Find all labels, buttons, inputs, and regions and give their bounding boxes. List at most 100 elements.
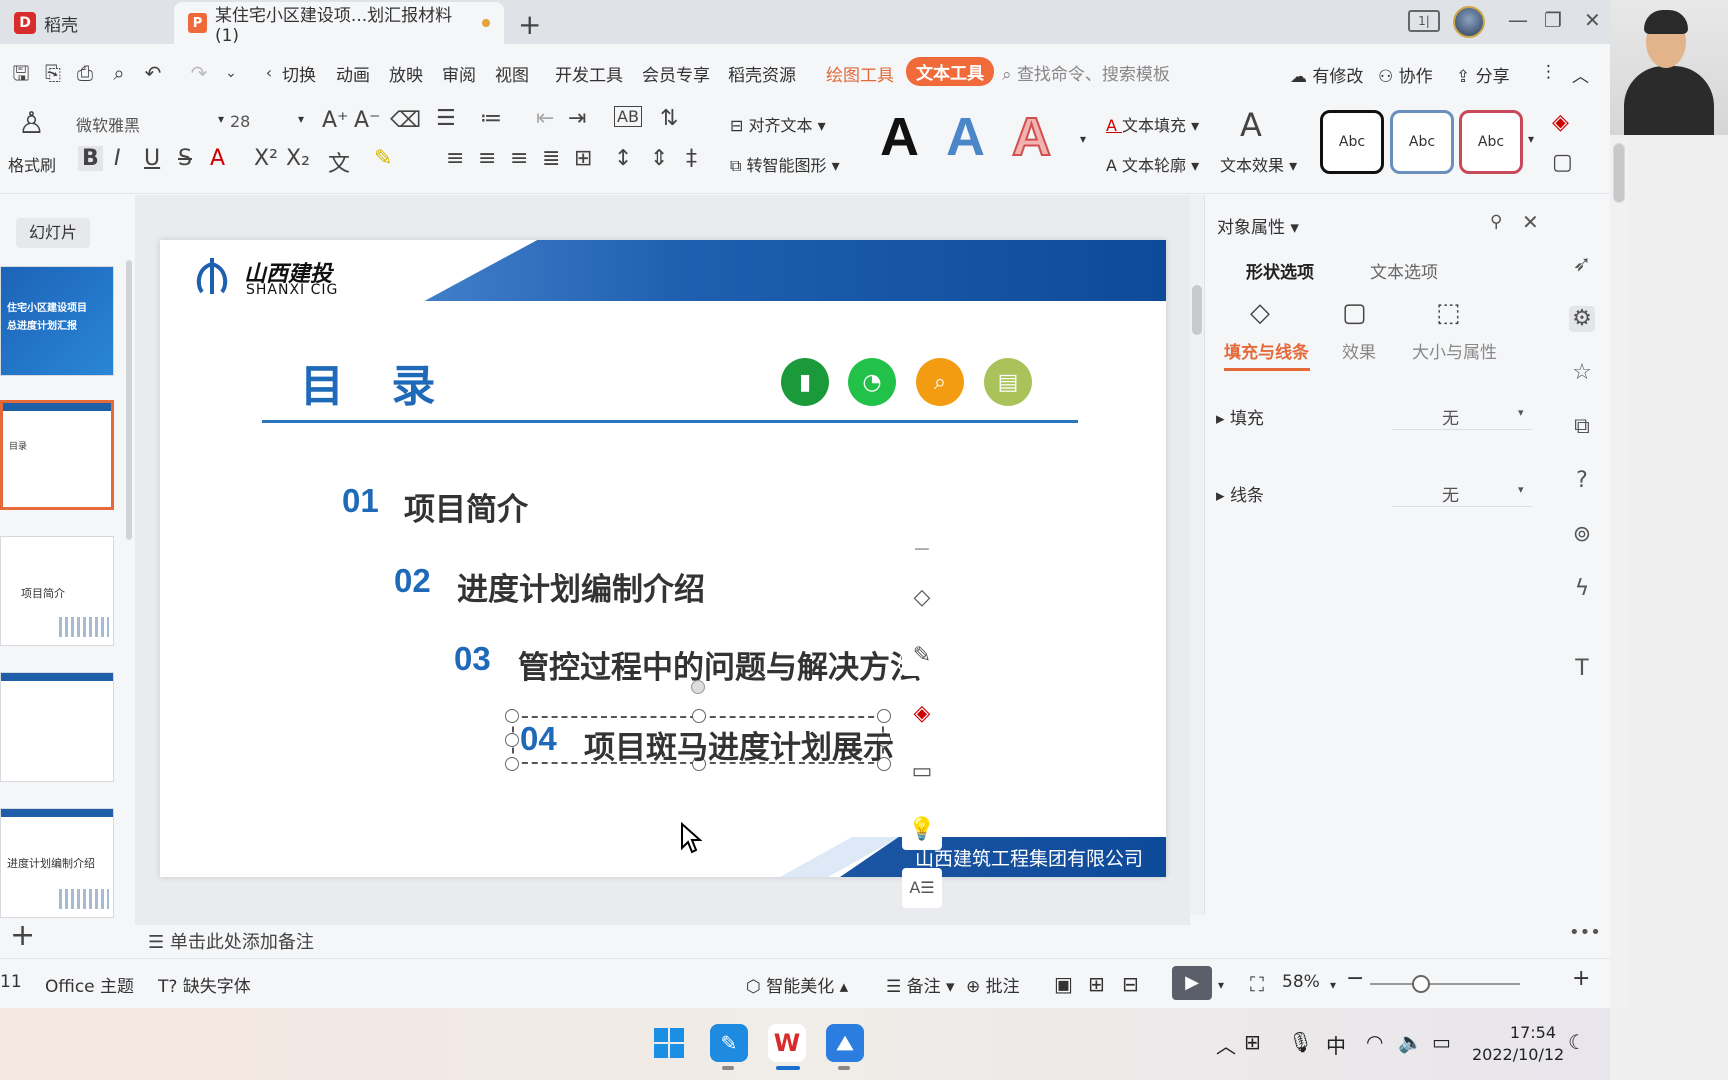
brush-icon[interactable]: ✎ — [902, 636, 942, 676]
menu-item-developer[interactable]: 开发工具 — [555, 61, 623, 86]
slide-thumbnail-3[interactable]: 项目简介 — [0, 536, 114, 646]
slide-thumbnail-4[interactable] — [0, 672, 114, 782]
text-style-more-icon[interactable]: ▾ — [1080, 132, 1086, 146]
grid-view-icon[interactable]: ⊞ — [1088, 972, 1105, 996]
taskbar-app-mindmap-icon[interactable]: ✎ — [710, 1024, 748, 1062]
align-text-button[interactable]: ⊟ 对齐文本 ▾ — [730, 112, 826, 136]
rocket-icon[interactable]: ➶ — [1569, 252, 1595, 278]
resize-handle-tr[interactable] — [877, 709, 891, 723]
tab-text-options[interactable]: 文本选项 — [1370, 258, 1438, 283]
fill-line-icon[interactable]: ◇ — [1250, 298, 1270, 328]
bullet-list-icon[interactable]: ☰ — [436, 106, 456, 131]
paragraph-spacing-icon[interactable]: ⇕ — [650, 146, 668, 171]
play-slideshow-icon[interactable]: ▶ — [1172, 966, 1212, 1000]
zoom-level[interactable]: 58% — [1282, 972, 1320, 992]
menu-item-animation[interactable]: 动画 — [336, 61, 370, 86]
taskbar-app-wps-icon[interactable]: W — [768, 1024, 806, 1062]
subtab-effects[interactable]: 效果 — [1342, 338, 1376, 363]
format-painter-label[interactable]: 格式刷 — [8, 152, 56, 176]
underline-icon[interactable]: U — [144, 146, 160, 171]
format-painter-icon[interactable]: ♙ — [18, 106, 45, 141]
text-effect-button[interactable]: 文本效果 ▾ — [1220, 152, 1297, 176]
increase-indent-icon[interactable]: ⇥ — [568, 106, 586, 131]
redo-icon[interactable]: ↷ — [186, 60, 212, 86]
notes-toggle-button[interactable]: ☰ 备注 ▾ — [886, 972, 955, 997]
resize-handle-t[interactable] — [692, 709, 706, 723]
battery-icon[interactable]: ▭ — [1432, 1030, 1451, 1054]
layers-icon[interactable]: ◇ — [902, 578, 942, 618]
command-search[interactable]: ⌕ 查找命令、搜索模板 — [1002, 60, 1170, 85]
fill-bucket-icon[interactable]: ◈ — [902, 694, 942, 734]
user-avatar[interactable] — [1453, 6, 1485, 38]
search-input[interactable]: 查找命令、搜索模板 — [1017, 65, 1170, 85]
save-icon[interactable]: 🖫 — [8, 60, 34, 86]
outer-scrollbar[interactable] — [1610, 135, 1628, 1008]
text-style-red-outline[interactable]: A — [1011, 106, 1052, 168]
align-center-icon[interactable]: ≡ — [478, 146, 496, 171]
zoom-slider-knob[interactable] — [1412, 975, 1430, 993]
font-name-select[interactable]: 微软雅黑 — [76, 112, 140, 136]
resize-handle-l[interactable] — [505, 733, 519, 747]
text-style-black[interactable]: A — [880, 106, 919, 168]
slides-switch-icon[interactable]: ⧉ — [1569, 414, 1595, 440]
export-pdf-icon[interactable]: ⎘ — [40, 60, 66, 86]
undo-icon[interactable]: ↶ — [140, 60, 166, 86]
decrease-indent-icon[interactable]: ⇤ — [536, 106, 554, 131]
zoom-slider[interactable] — [1370, 983, 1520, 985]
menu-item-review[interactable]: 审阅 — [442, 61, 476, 86]
font-size-select[interactable]: 28 — [230, 112, 250, 131]
line-select[interactable] — [1392, 473, 1532, 507]
phonetic-guide-icon[interactable]: 文 — [328, 146, 350, 178]
float-collapse-icon[interactable]: − — [902, 538, 942, 562]
align-right-icon[interactable]: ≡ — [510, 146, 528, 171]
slide-thumbnail-2[interactable]: 目录 — [0, 400, 114, 510]
size-property-icon[interactable]: ⬚ — [1436, 298, 1461, 328]
text-outline-button[interactable]: A 文本轮廓 ▾ — [1106, 152, 1199, 176]
tab-document[interactable]: P 某住宅小区建设项...划汇报材料(1) — [174, 2, 504, 46]
minimize-icon[interactable]: — — [1508, 8, 1528, 32]
toc-item-3-text[interactable]: 管控过程中的问题与解决方法 — [518, 642, 921, 687]
resize-handle-bl[interactable] — [505, 757, 519, 771]
new-tab-icon[interactable]: + — [518, 8, 541, 41]
distribute-icon[interactable]: ⊞ — [574, 146, 592, 171]
microphone-icon[interactable]: 🎙 — [1288, 1030, 1313, 1054]
comment-button[interactable]: ⊕ 批注 — [966, 972, 1020, 997]
window-layout-icon[interactable]: 1| — [1408, 10, 1440, 32]
font-color-icon[interactable]: A — [210, 146, 225, 171]
zoom-options-icon[interactable]: ▾ — [1330, 978, 1336, 992]
add-slide-icon[interactable]: + — [10, 918, 35, 953]
ime-indicator[interactable]: 中 — [1326, 1030, 1346, 1059]
track-changes-button[interactable]: ☁ 有修改 — [1290, 62, 1363, 87]
current-slide[interactable]: 山西建投 SHANXI CIG 目 录 ▮ ◔ ⌕ ▤ 01 项目简介 02 进… — [160, 240, 1166, 877]
canvas-scrollbar[interactable] — [1190, 195, 1204, 915]
text-effect-icon[interactable]: A — [1240, 106, 1262, 144]
start-button[interactable] — [650, 1024, 688, 1062]
tray-expand-icon[interactable]: ︿ — [1216, 1030, 1236, 1059]
more-dots-icon[interactable]: ••• — [1569, 920, 1601, 946]
clear-format-icon[interactable]: ⌫ — [390, 108, 421, 133]
print-preview-icon[interactable]: ⌕ — [106, 60, 132, 86]
properties-sliders-icon[interactable]: ⚙ — [1569, 306, 1595, 332]
shape-fill-icon[interactable]: ◈ — [1552, 110, 1569, 135]
share-button[interactable]: ⇪ 分享 — [1456, 62, 1510, 87]
notifications-icon[interactable]: ☾ — [1568, 1030, 1586, 1054]
text-style-blue[interactable]: A — [946, 106, 985, 168]
menu-item-drawing-tools[interactable]: 绘图工具 — [826, 61, 894, 86]
align-left-icon[interactable]: ≡ — [446, 146, 464, 171]
play-options-icon[interactable]: ▾ — [1218, 978, 1224, 992]
fit-window-icon[interactable]: ⛶ — [1250, 972, 1264, 996]
line-dropdown-icon[interactable]: ▾ — [1518, 483, 1524, 496]
fill-section[interactable]: ▸ 填充 — [1216, 404, 1264, 429]
collaborate-button[interactable]: ⚇ 协作 — [1378, 62, 1433, 87]
collapse-ribbon-icon[interactable]: ︿ — [1572, 62, 1589, 87]
shape-style-red[interactable]: Abc — [1459, 110, 1523, 174]
taskbar-app-photos-icon[interactable]: ⛰ — [826, 1024, 864, 1062]
notes-area[interactable]: ☰ 单击此处添加备注 — [148, 928, 314, 954]
subscript-icon[interactable]: X₂ — [286, 146, 310, 171]
theme-name[interactable]: Office 主题 — [45, 972, 134, 997]
reading-view-icon[interactable]: ⊟ — [1122, 972, 1139, 996]
rotate-handle-icon[interactable] — [691, 680, 705, 694]
line-section[interactable]: ▸ 线条 — [1216, 481, 1264, 506]
subtab-size-properties[interactable]: 大小与属性 — [1412, 338, 1497, 363]
print-icon[interactable]: ⎙ — [72, 60, 98, 86]
